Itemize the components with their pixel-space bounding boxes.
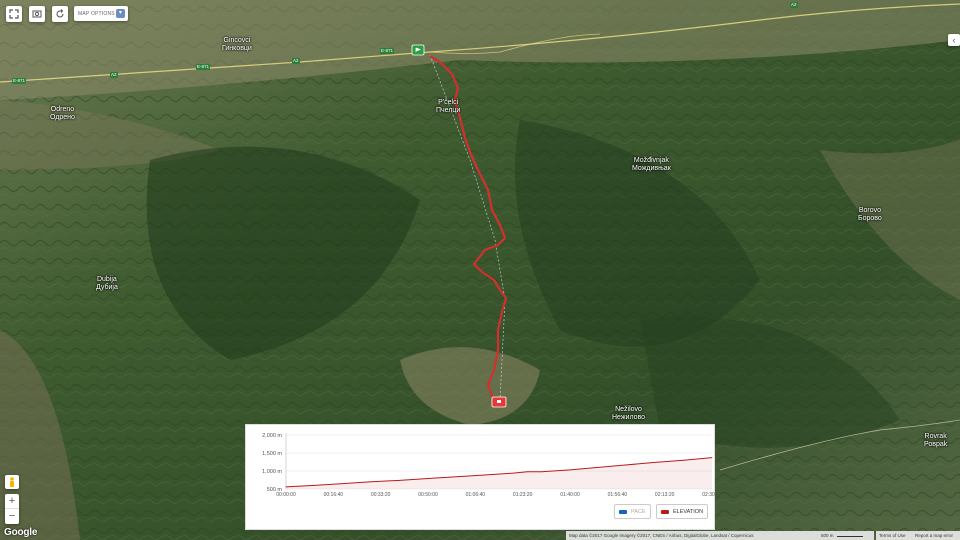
road-shield: A2 — [110, 72, 118, 78]
elevation-point — [370, 481, 372, 483]
pace-legend-label: PACE — [631, 508, 646, 515]
pegman-icon — [10, 476, 14, 487]
elevation-legend-toggle[interactable]: ELEVATION — [656, 504, 709, 519]
place-label: Borovo Борово — [858, 207, 882, 222]
photo-icon — [32, 10, 42, 18]
zoom-out-button[interactable]: − — [5, 509, 19, 524]
x-tick-label: 00:00:00 — [276, 492, 296, 498]
scale-bar: 500 m — [818, 531, 874, 540]
elevation-point — [541, 471, 542, 473]
elevation-point — [456, 476, 457, 478]
pace-swatch — [619, 509, 627, 514]
chevron-down-icon: ▾ — [116, 9, 125, 18]
report-map-error-link[interactable]: Report a map error — [912, 531, 960, 540]
elevation-point — [512, 472, 514, 474]
elevation-point — [285, 486, 287, 488]
x-tick-label: 00:16:40 — [324, 492, 344, 498]
y-tick-label: 2,000 m — [262, 433, 282, 439]
scale-label: 500 m — [821, 533, 834, 538]
x-tick-label: 00:33:20 — [371, 492, 391, 498]
x-tick-label: 01:56:40 — [608, 492, 628, 498]
elevation-point — [711, 457, 713, 459]
elevation-point — [399, 479, 400, 481]
replay-button[interactable] — [52, 6, 68, 22]
replay-icon — [56, 9, 64, 18]
elevation-point — [342, 483, 344, 484]
elevation-point — [598, 467, 599, 468]
photo-button[interactable] — [29, 6, 45, 22]
zoom-control: + − — [5, 494, 19, 524]
map-attribution: Map data ©2017 Google Imagery ©2017, CNE… — [566, 531, 818, 540]
y-tick-label: 1,500 m — [262, 451, 282, 457]
elevation-point — [654, 461, 656, 463]
terms-link[interactable]: Terms of Use — [876, 531, 912, 540]
chevron-left-icon: ‹ — [952, 35, 956, 45]
finish-marker[interactable] — [491, 396, 507, 408]
x-tick-label: 01:23:20 — [513, 492, 533, 498]
place-label: Gincovci Гинковци — [222, 37, 252, 52]
elevation-point — [527, 471, 528, 473]
map-view[interactable]: Gincovci Гинковци Odreno Одрено P'čelci Пче… — [0, 0, 960, 540]
elevation-chart-panel: 2,000 m 1,500 m 1,000 m 500 m 00:00:00 00:16:… — [245, 424, 716, 530]
elevation-swatch — [661, 509, 669, 514]
elevation-point — [626, 464, 628, 466]
place-label: Odreno Одрено — [50, 106, 75, 121]
elevation-point — [484, 474, 486, 476]
x-tick-label: 02:30:00 — [702, 492, 716, 498]
road-shield: E-871 — [380, 48, 395, 54]
road-shield: A2 — [790, 2, 798, 8]
fullscreen-icon — [9, 9, 19, 19]
x-tick-label: 01:06:40 — [466, 492, 486, 498]
place-label: Možđivnjak Мождивњак — [632, 157, 671, 172]
road-shield: E-871 — [12, 78, 27, 84]
road-shield: E-871 — [196, 64, 211, 70]
scale-line — [836, 532, 863, 537]
elevation-area — [286, 457, 712, 489]
google-logo: Google — [4, 527, 38, 538]
road-shield: A2 — [292, 58, 300, 64]
place-label: Rovrak Ровраk — [924, 433, 948, 448]
map-options-dropdown[interactable]: MAP OPTIONS ▾ — [74, 6, 128, 21]
x-tick-label: 01:40:00 — [560, 492, 580, 498]
start-marker[interactable] — [411, 44, 425, 56]
place-label: Dubija Дубија — [96, 276, 118, 291]
elevation-point — [427, 478, 429, 479]
fullscreen-button[interactable] — [6, 6, 22, 22]
map-options-label: MAP OPTIONS — [78, 10, 115, 17]
collapse-panel-button[interactable]: ‹ — [948, 34, 960, 46]
elevation-point — [683, 459, 684, 461]
x-tick-label: 00:50:00 — [418, 492, 438, 498]
y-tick-label: 1,000 m — [262, 469, 282, 475]
place-label: Nežilovo Нежилово — [612, 406, 646, 421]
place-label: P'čelci Пчелци — [436, 99, 461, 114]
elevation-legend-label: ELEVATION — [673, 508, 704, 515]
x-tick-label: 02:13:20 — [655, 492, 675, 498]
street-view-pegman[interactable] — [5, 475, 19, 489]
zoom-in-button[interactable]: + — [5, 494, 19, 509]
elevation-point — [569, 469, 571, 471]
pace-legend-toggle[interactable]: PACE — [614, 504, 651, 519]
elevation-point — [314, 485, 315, 486]
